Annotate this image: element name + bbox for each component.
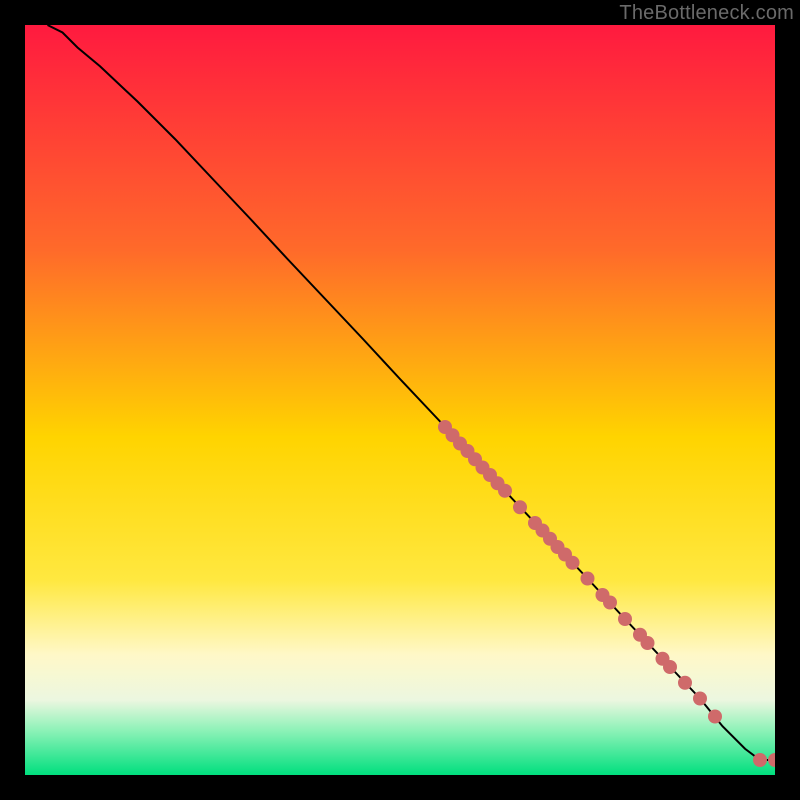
- bottleneck-curve: [48, 25, 776, 760]
- data-marker: [768, 753, 775, 767]
- data-marker: [566, 556, 580, 570]
- data-marker: [603, 596, 617, 610]
- data-marker: [581, 572, 595, 586]
- data-marker: [708, 710, 722, 724]
- chart-stage: TheBottleneck.com: [0, 0, 800, 800]
- curve-layer: [25, 25, 775, 775]
- marker-group: [438, 420, 775, 767]
- data-marker: [498, 484, 512, 498]
- data-marker: [663, 660, 677, 674]
- data-marker: [641, 636, 655, 650]
- data-marker: [513, 500, 527, 514]
- site-watermark: TheBottleneck.com: [619, 2, 794, 25]
- data-marker: [753, 753, 767, 767]
- plot-area: [25, 25, 775, 775]
- data-marker: [618, 612, 632, 626]
- data-marker: [678, 676, 692, 690]
- data-marker: [693, 692, 707, 706]
